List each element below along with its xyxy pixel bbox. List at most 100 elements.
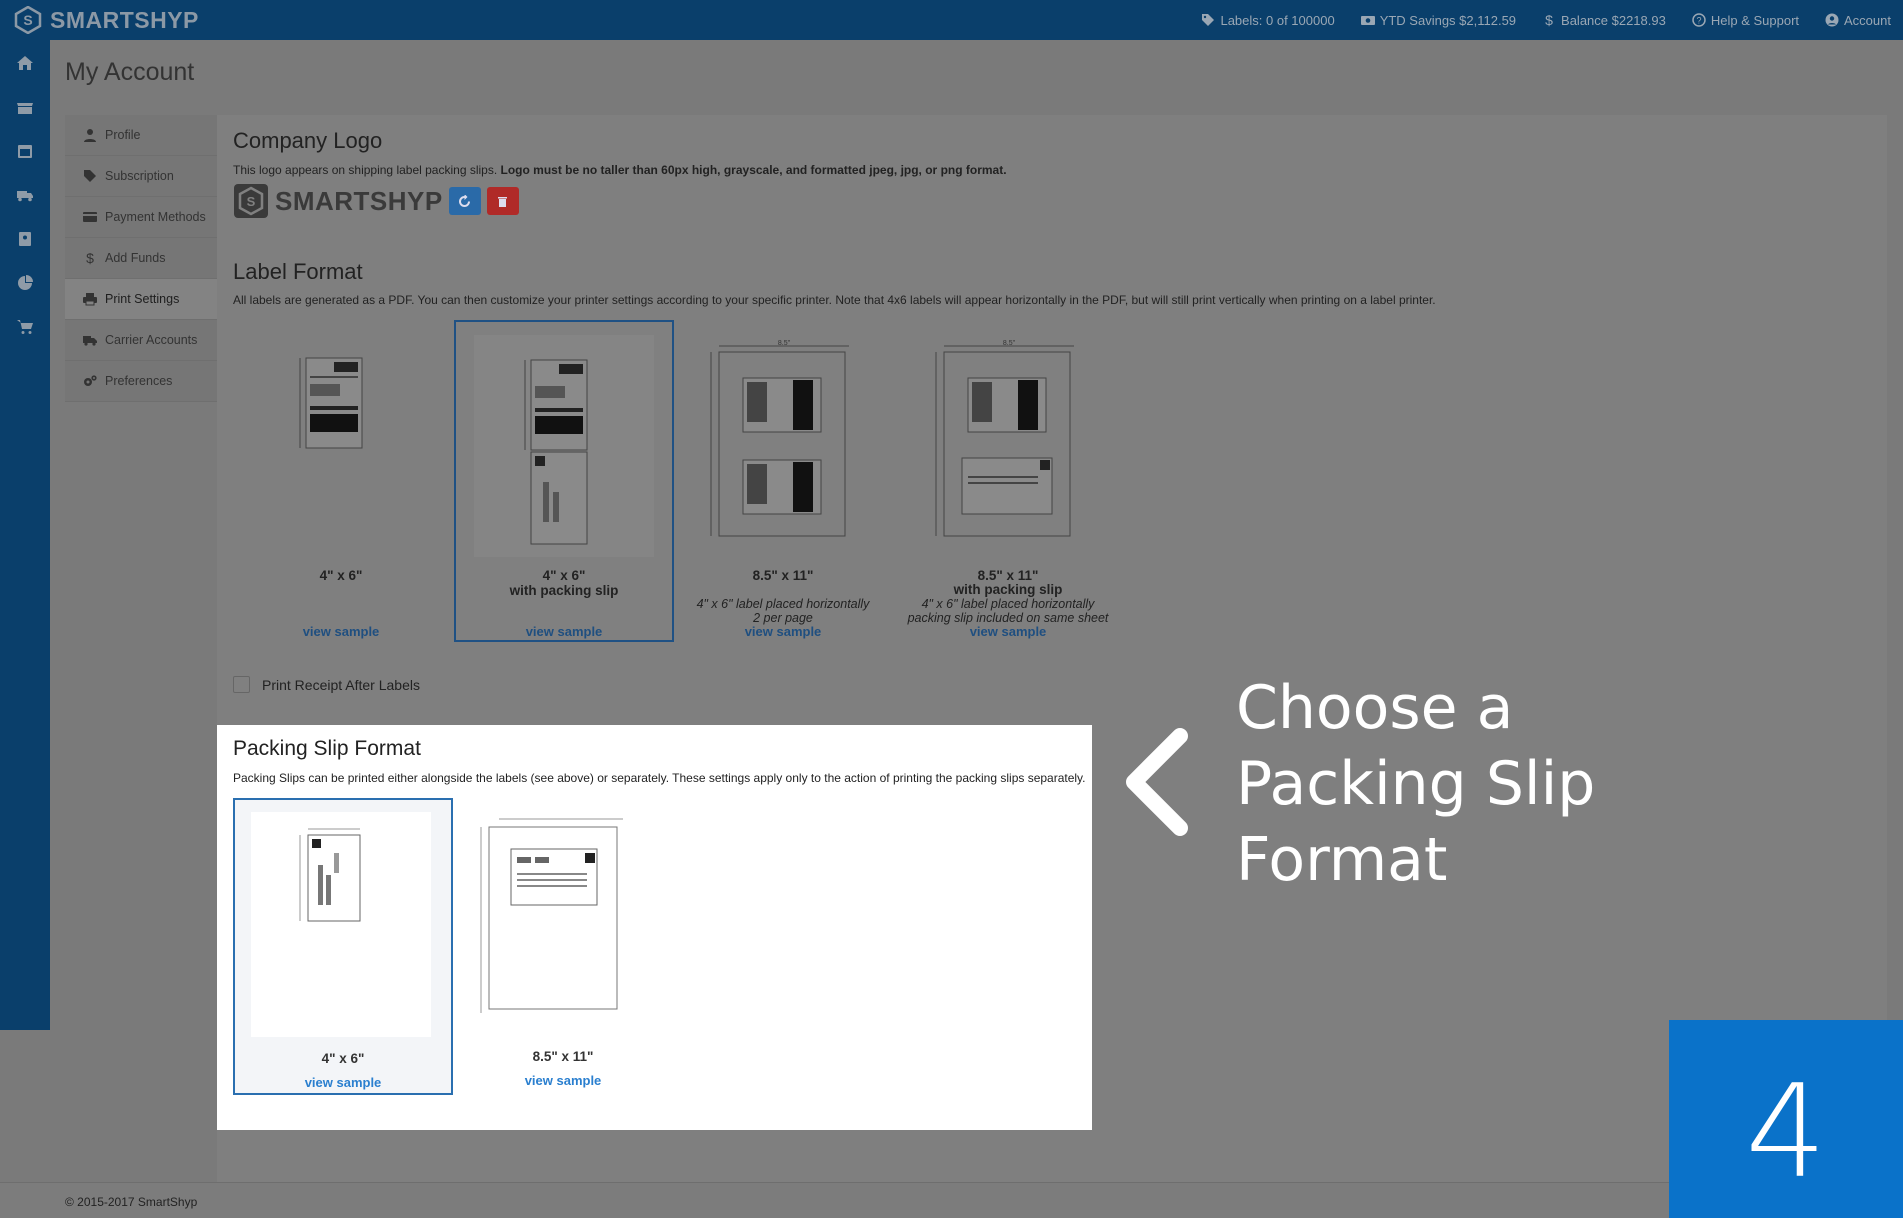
option-title: 4" x 6" [319, 568, 363, 583]
packing-slip-4x6-thumbnail [299, 828, 361, 922]
menu-item-label: Preferences [105, 374, 173, 388]
svg-text:8.5": 8.5" [778, 340, 791, 347]
view-sample-link[interactable]: view sample [235, 1075, 451, 1090]
smartshyp-logo-icon: S [14, 6, 42, 34]
page-title: My Account [65, 58, 195, 86]
option-note-2: 2 per page [753, 611, 813, 625]
callout-line-3: Format [1236, 825, 1448, 895]
truck-icon[interactable] [16, 186, 34, 204]
truck-icon [83, 336, 97, 346]
logo-desc-text: This logo appears on shipping label pack… [233, 163, 501, 177]
delete-logo-button[interactable] [486, 187, 519, 215]
print-receipt-label: Print Receipt After Labels [262, 676, 420, 693]
packing-slip-option-letter[interactable]: 8.5" x 11" view sample [453, 798, 673, 1095]
tag-icon [1202, 14, 1215, 26]
print-receipt-checkbox[interactable] [233, 676, 250, 693]
option-subtitle: with packing slip [509, 583, 619, 598]
trash-icon [498, 196, 508, 207]
packing-slip-description: Packing Slips can be printed either alon… [233, 771, 1086, 785]
address-book-icon[interactable] [16, 230, 34, 248]
view-sample-link[interactable]: view sample [456, 624, 672, 639]
menu-item-print-settings[interactable]: Print Settings [65, 279, 217, 320]
menu-spacer [65, 402, 217, 702]
menu-item-add-funds[interactable]: $ Add Funds [65, 238, 217, 279]
option-subtitle: with packing slip [953, 582, 1063, 597]
packing-slip-heading: Packing Slip Format [233, 737, 421, 760]
home-icon[interactable] [16, 54, 34, 72]
footer: © 2015-2017 SmartShyp [0, 1182, 1903, 1218]
cart-icon[interactable] [16, 318, 34, 336]
replace-logo-button[interactable] [448, 187, 481, 215]
print-receipt-option[interactable]: Print Receipt After Labels [233, 676, 420, 693]
callout-line-1: Choose a [1236, 673, 1514, 743]
label-format-option-4x6[interactable]: 4" x 6" view sample [231, 320, 451, 642]
ytd-savings[interactable]: YTD Savings $2,112.59 [1360, 13, 1516, 28]
calendar-icon[interactable] [16, 142, 34, 160]
pie-chart-icon[interactable] [16, 274, 34, 292]
labels-count[interactable]: Labels: 0 of 100000 [1201, 12, 1335, 28]
label-format-option-letter[interactable]: 8.5" 8.5" x 11" 4" x 6" label placed hor… [673, 320, 893, 642]
menu-item-label: Payment Methods [105, 210, 206, 224]
label-format-option-4x6-packing-slip[interactable]: 4" x 6" with packing slip view sample [454, 320, 674, 642]
svg-text:S: S [23, 12, 32, 28]
user-circle-icon [1825, 13, 1839, 27]
view-sample-link[interactable]: view sample [453, 1073, 673, 1088]
account-menu-list: Profile Subscription Payment Methods $ A… [65, 115, 217, 702]
copyright-text: © 2015-2017 SmartShyp [65, 1195, 198, 1209]
money-icon [1360, 16, 1375, 25]
packing-slip-option-4x6[interactable]: 4" x 6" view sample [233, 798, 453, 1095]
svg-text:8.5": 8.5" [1003, 340, 1016, 347]
option-title: 4" x 6" [542, 568, 586, 583]
company-logo-preview: S SMARTSHYP [233, 183, 519, 219]
packing-slip-letter-thumbnail [480, 818, 623, 1013]
company-logo-heading: Company Logo [233, 128, 383, 153]
account-menu[interactable]: Account [1825, 13, 1891, 28]
top-navbar: S SMARTSHYP Labels: 0 of 100000 YTD Savi… [0, 0, 1903, 40]
option-title: 8.5" x 11" [532, 1049, 594, 1064]
svg-text:S: S [247, 194, 256, 209]
option-note-2: packing slip included on same sheet [907, 611, 1109, 625]
callout-line-2: Packing Slip [1236, 749, 1596, 819]
help-support-link[interactable]: ? Help & Support [1692, 13, 1799, 28]
labels-count-text: Labels: 0 of 100000 [1220, 12, 1335, 28]
option-title: 8.5" x 11" [752, 568, 814, 583]
dollar-icon: $ [86, 251, 94, 265]
chevron-left-icon [1126, 728, 1188, 836]
brand-name: SMARTSHYP [50, 6, 199, 33]
view-sample-link[interactable]: view sample [673, 624, 893, 639]
menu-item-payment-methods[interactable]: Payment Methods [65, 197, 217, 238]
menu-item-label: Carrier Accounts [105, 333, 198, 347]
user-icon [84, 129, 96, 142]
balance-text: Balance $2218.93 [1561, 12, 1666, 28]
balance[interactable]: $ Balance $2218.93 [1542, 13, 1666, 28]
step-number: 4 [1745, 1058, 1827, 1207]
menu-item-label: Print Settings [105, 292, 180, 306]
option-title: 8.5" x 11" [977, 568, 1039, 583]
label-letter-thumbnail: 8.5" [710, 340, 849, 537]
view-sample-link[interactable]: view sample [231, 624, 451, 639]
label-format-option-letter-packing-slip[interactable]: 8.5" 8.5" x 11" with packing slip 4" x 6… [898, 320, 1118, 642]
svg-text:$: $ [1545, 13, 1553, 27]
question-circle-icon: ? [1692, 13, 1706, 27]
svg-text:$: $ [86, 251, 94, 265]
menu-item-carrier-accounts[interactable]: Carrier Accounts [65, 320, 217, 361]
gears-icon [84, 375, 97, 386]
menu-item-preferences[interactable]: Preferences [65, 361, 217, 402]
label-letter-slip-thumbnail: 8.5" [935, 340, 1074, 537]
left-sidebar [0, 40, 50, 1030]
store-icon[interactable] [16, 98, 34, 116]
brand-logo[interactable]: S SMARTSHYP [14, 6, 199, 34]
printer-icon [83, 293, 97, 306]
step-number-badge: 4 [1669, 1020, 1903, 1218]
label-format-heading: Label Format [233, 259, 363, 284]
menu-item-subscription[interactable]: Subscription [65, 156, 217, 197]
help-support-text: Help & Support [1710, 12, 1800, 28]
credit-card-icon [83, 212, 97, 222]
menu-item-label: Add Funds [105, 251, 166, 265]
view-sample-link[interactable]: view sample [898, 624, 1118, 639]
menu-item-profile[interactable]: Profile [65, 115, 217, 156]
option-note-1: 4" x 6" label placed horizontally [921, 597, 1095, 611]
label-format-description: All labels are generated as a PDF. You c… [233, 293, 1436, 307]
refresh-icon [459, 194, 471, 207]
label-4x6-slip-thumbnail [524, 359, 588, 545]
